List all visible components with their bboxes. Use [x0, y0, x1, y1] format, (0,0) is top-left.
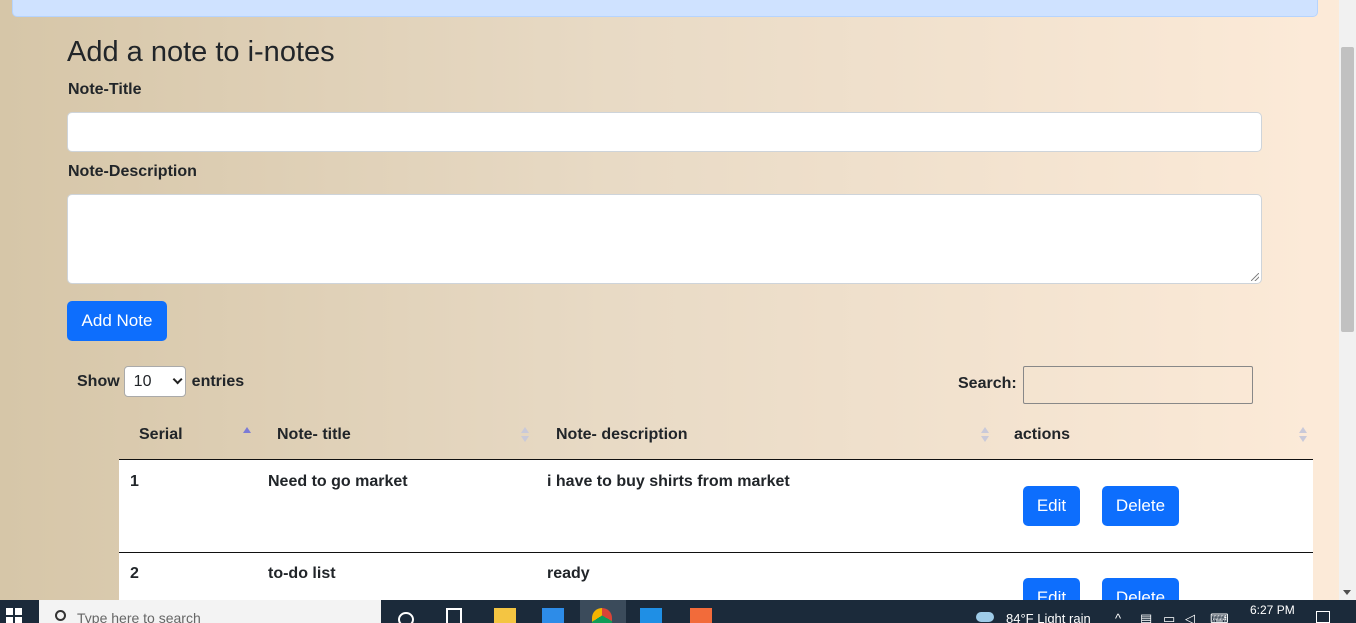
taskbar-search-placeholder: Type here to search — [77, 610, 201, 623]
cell-serial: 2 — [130, 565, 139, 582]
sort-asc-icon[interactable] — [243, 427, 251, 443]
weather-icon — [976, 612, 994, 622]
column-header-note-description[interactable]: Note- description — [556, 426, 688, 444]
entries-label: entries — [191, 372, 245, 390]
search-label: Search: — [958, 375, 1017, 392]
taskbar-search-box[interactable]: Type here to search — [39, 600, 381, 623]
sort-icon[interactable] — [1299, 427, 1307, 443]
chevron-down-icon — [172, 374, 183, 385]
vscode-icon[interactable] — [640, 608, 662, 623]
show-label: Show — [77, 372, 120, 390]
windows-taskbar: Type here to search 84°F Light rain ^ ▤ … — [0, 600, 1356, 623]
edit-button[interactable]: Edit — [1023, 486, 1080, 526]
table-search-input[interactable] — [1023, 366, 1253, 404]
add-note-button[interactable]: Add Note — [67, 301, 167, 341]
task-view-icon[interactable] — [446, 608, 462, 623]
column-header-actions[interactable]: actions — [1014, 426, 1070, 444]
entries-length-control: Show 10 entries — [77, 366, 244, 397]
cell-title: Need to go market — [268, 473, 408, 490]
scrollbar-thumb[interactable] — [1341, 47, 1354, 332]
page-scrollbar[interactable] — [1339, 0, 1356, 600]
top-alert-banner — [12, 0, 1318, 17]
note-title-label: Note-Title — [68, 81, 142, 98]
sort-icon[interactable] — [981, 427, 989, 443]
chrome-icon[interactable] — [592, 608, 612, 623]
keyboard-icon[interactable]: ⌨ — [1210, 611, 1229, 623]
column-header-serial[interactable]: Serial — [139, 426, 183, 444]
note-title-input[interactable] — [67, 112, 1262, 152]
row-divider — [119, 552, 1313, 553]
cell-title: to-do list — [268, 565, 336, 582]
sort-icon[interactable] — [521, 427, 529, 443]
weather-text[interactable]: 84°F Light rain — [1006, 611, 1091, 623]
column-header-note-title[interactable]: Note- title — [277, 426, 351, 444]
windows-start-icon[interactable] — [6, 608, 22, 623]
delete-button[interactable]: Delete — [1102, 486, 1179, 526]
entries-select[interactable]: 10 — [123, 366, 186, 397]
search-icon — [55, 610, 66, 621]
note-description-textarea[interactable] — [67, 194, 1262, 284]
page-title: Add a note to i-notes — [67, 36, 335, 68]
entries-select-value: 10 — [133, 372, 152, 390]
notes-table-body: 1 Need to go market i have to buy shirts… — [119, 459, 1313, 618]
cell-description: i have to buy shirts from market — [547, 473, 790, 490]
scroll-down-arrow-icon[interactable] — [1343, 590, 1351, 595]
mail-icon[interactable] — [542, 608, 564, 623]
cell-description: ready — [547, 565, 590, 582]
cell-serial: 1 — [130, 473, 139, 490]
resize-grip-icon[interactable] — [1251, 273, 1259, 281]
network-icon[interactable]: ▤ — [1140, 611, 1152, 623]
cortana-icon[interactable] — [398, 612, 414, 623]
xampp-icon[interactable] — [690, 608, 712, 623]
note-description-label: Note-Description — [68, 163, 197, 180]
notification-icon[interactable] — [1316, 611, 1330, 623]
file-explorer-icon[interactable] — [494, 608, 516, 623]
chevron-up-icon[interactable]: ^ — [1115, 611, 1121, 623]
clock-time[interactable]: 6:27 PM — [1250, 603, 1295, 617]
volume-icon[interactable]: ◁ — [1185, 611, 1195, 623]
display-icon[interactable]: ▭ — [1163, 611, 1175, 623]
